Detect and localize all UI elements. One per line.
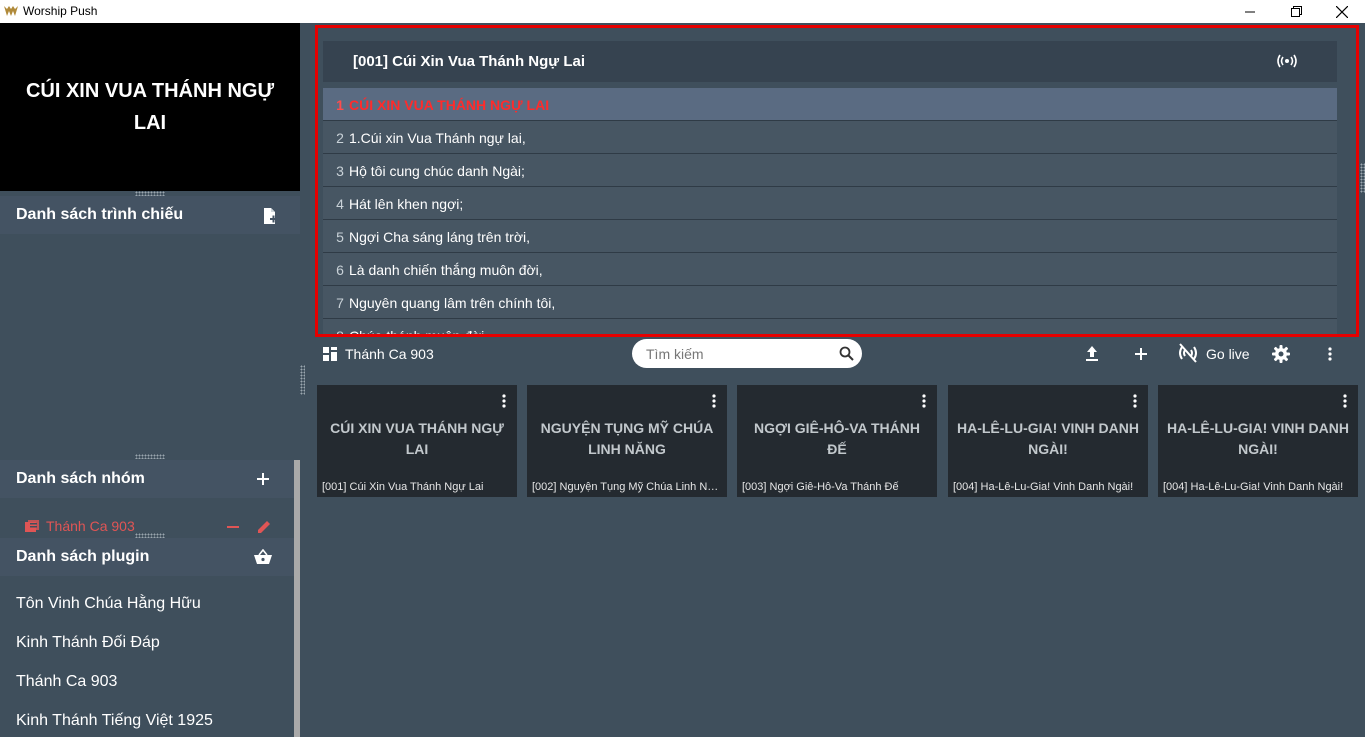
pencil-icon[interactable]	[257, 520, 271, 534]
plugins-header: Danh sách plugin	[0, 538, 294, 576]
title-bar: Worship Push	[0, 0, 1365, 23]
verse-row[interactable]: 4 Hát lên khen ngợi;	[323, 187, 1337, 220]
verse-row[interactable]: 8 Chúa thánh muôn đời,	[323, 319, 1337, 337]
preview-text: CÚI XIN VUA THÁNH NGỰ LAI	[25, 80, 275, 134]
song-card[interactable]: CÚI XIN VUA THÁNH NGỰ LAI [001] Cúi Xin …	[317, 385, 517, 497]
card-title: NGỢI GIÊ-HÔ-VA THÁNH ĐẾ	[754, 420, 920, 457]
minus-icon[interactable]	[227, 525, 239, 529]
song-header: [001] Cúi Xin Vua Thánh Ngự Lai	[323, 41, 1337, 82]
verse-row[interactable]: 2 1.Cúi xin Vua Thánh ngự lai,	[323, 121, 1337, 154]
card-subtitle: [003] Ngợi Giê-Hô-Va Thánh Đế	[742, 481, 899, 493]
song-card[interactable]: NGUYỆN TỤNG MỸ CHÚA LINH NĂNG [002] Nguy…	[527, 385, 727, 497]
left-sidebar: CÚI XIN VUA THÁNH NGỰ LAI Danh sách trìn…	[0, 23, 300, 737]
verse-number: 6	[336, 262, 344, 278]
main-area: [001] Cúi Xin Vua Thánh Ngự Lai 1 CÚI XI…	[305, 23, 1365, 737]
groups-header: Danh sách nhóm	[0, 460, 294, 498]
resize-handle[interactable]	[135, 454, 165, 459]
more-vertical-icon[interactable]	[1132, 393, 1138, 409]
broadcast-off-icon	[1179, 343, 1197, 363]
live-preview: CÚI XIN VUA THÁNH NGỰ LAI	[0, 23, 300, 191]
card-subtitle: [002] Nguyện Tụng Mỹ Chúa Linh Năng	[532, 481, 723, 493]
more-vertical-icon[interactable]	[501, 393, 507, 409]
grid-icon[interactable]	[323, 347, 337, 361]
group-item[interactable]: Thánh Ca 903	[0, 498, 294, 535]
minimize-icon	[1244, 11, 1255, 13]
verse-text: Ngợi Cha sáng láng trên trời,	[349, 229, 531, 245]
more-vertical-icon[interactable]	[921, 393, 927, 409]
card-subtitle: [004] Ha-Lê-Lu-Gia! Vinh Danh Ngài!	[953, 481, 1134, 493]
song-panel: [001] Cúi Xin Vua Thánh Ngự Lai 1 CÚI XI…	[315, 25, 1359, 337]
verse-text: CÚI XIN VUA THÁNH NGỰ LAI	[349, 97, 550, 113]
verse-number: 4	[336, 196, 344, 212]
go-live-label: Go live	[1206, 346, 1250, 362]
search-icon[interactable]	[839, 346, 854, 361]
card-title: HA-LÊ-LU-GIA! VINH DANH NGÀI!	[1167, 420, 1349, 457]
verse-number: 1	[336, 97, 344, 113]
verse-text: Hát lên khen ngợi;	[349, 196, 464, 212]
plus-icon[interactable]	[256, 472, 270, 486]
go-live-button[interactable]: Go live	[1177, 341, 1277, 367]
broadcast-icon[interactable]	[1277, 54, 1297, 68]
library-toolbar: Thánh Ca 903 Go live	[305, 337, 1365, 371]
verse-number: 7	[336, 295, 344, 311]
card-subtitle: [001] Cúi Xin Vua Thánh Ngự Lai	[322, 481, 484, 493]
add-icon[interactable]	[1134, 347, 1148, 361]
basket-icon[interactable]	[254, 549, 272, 565]
song-title: [001] Cúi Xin Vua Thánh Ngự Lai	[353, 53, 585, 70]
restore-icon	[1290, 6, 1302, 17]
plugin-item[interactable]: Thánh Ca 903	[16, 673, 117, 691]
file-add-icon[interactable]	[260, 207, 278, 225]
verse-row[interactable]: 1 CÚI XIN VUA THÁNH NGỰ LAI	[323, 88, 1337, 121]
playlist-title: Danh sách trình chiếu	[16, 206, 184, 223]
verse-text: Hộ tôi cung chúc danh Ngài;	[349, 163, 525, 179]
gear-icon[interactable]	[1272, 345, 1290, 363]
more-vertical-icon[interactable]	[1342, 393, 1348, 409]
groups-title: Danh sách nhóm	[16, 470, 145, 487]
more-vertical-icon[interactable]	[1328, 347, 1332, 361]
verse-text: Chúa thánh muôn đời,	[349, 328, 489, 337]
close-icon	[1336, 5, 1348, 18]
close-button[interactable]	[1319, 0, 1365, 23]
card-title: CÚI XIN VUA THÁNH NGỰ LAI	[330, 420, 504, 457]
restore-button[interactable]	[1273, 0, 1319, 23]
verse-number: 2	[336, 130, 344, 146]
sidebar-scrollbar[interactable]	[294, 460, 300, 737]
verse-text: 1.Cúi xin Vua Thánh ngự lai,	[349, 130, 526, 146]
collection-name[interactable]: Thánh Ca 903	[345, 346, 434, 362]
song-card[interactable]: HA-LÊ-LU-GIA! VINH DANH NGÀI! [004] Ha-L…	[948, 385, 1148, 497]
card-title: NGUYỆN TỤNG MỸ CHÚA LINH NĂNG	[540, 420, 714, 457]
book-icon	[25, 520, 39, 532]
search-box[interactable]	[632, 339, 862, 368]
verse-row[interactable]: 3 Hộ tôi cung chúc danh Ngài;	[323, 154, 1337, 187]
verse-text: Nguyên quang lâm trên chính tôi,	[349, 295, 556, 311]
window-title: Worship Push	[23, 4, 98, 18]
verse-number: 3	[336, 163, 344, 179]
group-item-label: Thánh Ca 903	[46, 518, 135, 534]
plugin-item[interactable]: Kinh Thánh Tiếng Việt 1925	[16, 712, 213, 730]
more-vertical-icon[interactable]	[711, 393, 717, 409]
verse-text: Là danh chiến thắng muôn đời,	[349, 262, 543, 278]
card-title: HA-LÊ-LU-GIA! VINH DANH NGÀI!	[957, 420, 1139, 457]
plugin-item[interactable]: Kinh Thánh Đối Đáp	[16, 634, 160, 652]
verse-number: 5	[336, 229, 344, 245]
plugin-item[interactable]: Tôn Vinh Chúa Hằng Hữu	[16, 595, 201, 613]
panel-resize-handle[interactable]	[1360, 163, 1365, 193]
verse-number: 8	[336, 328, 344, 337]
verse-row[interactable]: 5 Ngợi Cha sáng láng trên trời,	[323, 220, 1337, 253]
search-input[interactable]	[646, 344, 826, 363]
app-logo-icon	[4, 6, 18, 16]
song-card[interactable]: NGỢI GIÊ-HÔ-VA THÁNH ĐẾ [003] Ngợi Giê-H…	[737, 385, 937, 497]
song-card[interactable]: HA-LÊ-LU-GIA! VINH DANH NGÀI! [004] Ha-L…	[1158, 385, 1358, 497]
verse-row[interactable]: 6 Là danh chiến thắng muôn đời,	[323, 253, 1337, 286]
upload-icon[interactable]	[1085, 345, 1099, 361]
plugins-title: Danh sách plugin	[16, 548, 150, 565]
minimize-button[interactable]	[1227, 0, 1273, 23]
card-subtitle: [004] Ha-Lê-Lu-Gia! Vinh Danh Ngài!	[1163, 481, 1344, 493]
playlist-header: Danh sách trình chiếu	[0, 196, 300, 234]
verse-row[interactable]: 7 Nguyên quang lâm trên chính tôi,	[323, 286, 1337, 319]
